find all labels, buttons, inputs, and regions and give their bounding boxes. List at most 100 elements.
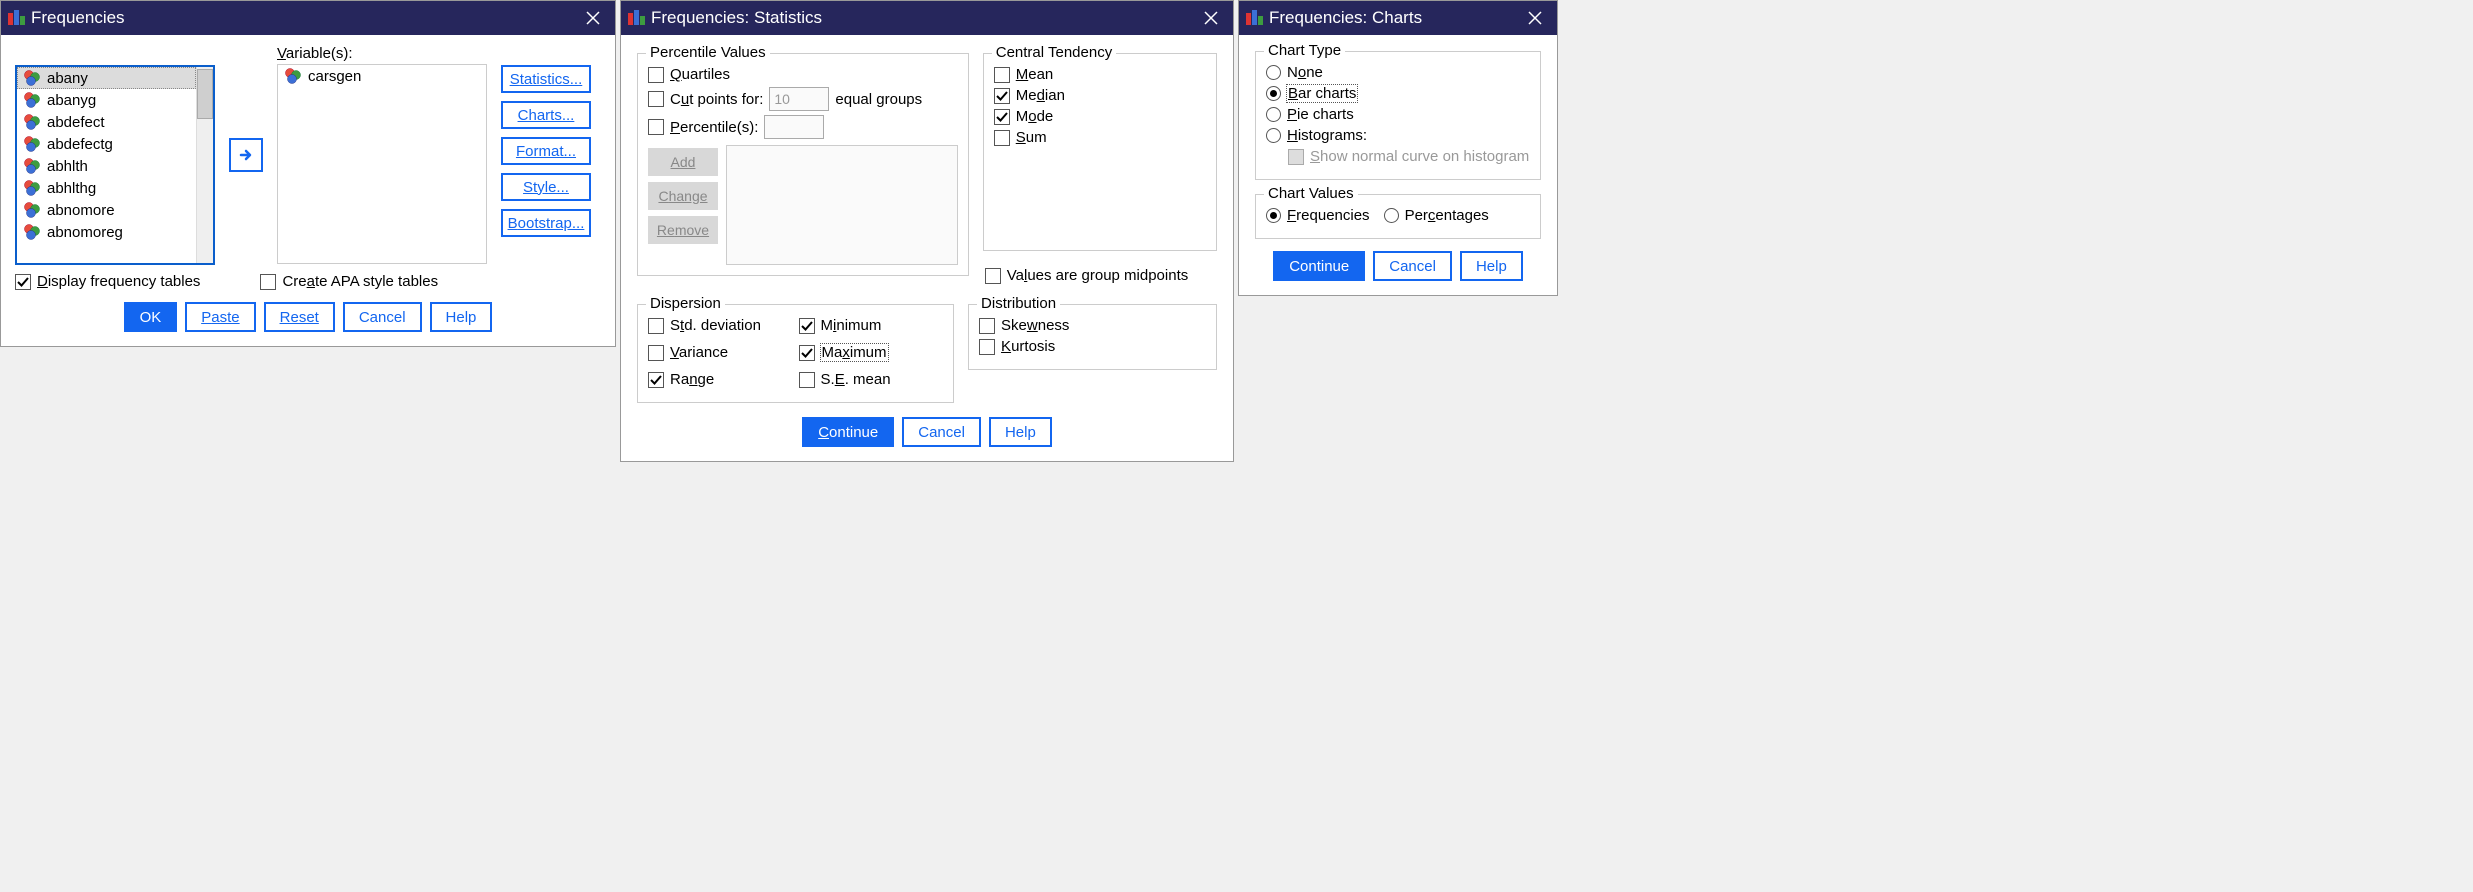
- perc-radio[interactable]: Percentages: [1384, 207, 1489, 224]
- var-item-selected[interactable]: abany: [17, 67, 196, 89]
- max-checkbox[interactable]: Maximum: [799, 344, 944, 361]
- var-label: carsgen: [308, 68, 361, 85]
- legend-dispersion: Dispersion: [646, 295, 725, 312]
- cutpoints-input[interactable]: [769, 87, 829, 111]
- statistics-button[interactable]: Statistics...: [501, 65, 591, 93]
- cancel-button[interactable]: Cancel: [902, 417, 981, 447]
- distribution-fieldset: Distribution Skewness Kurtosis: [968, 304, 1217, 370]
- chart-bar-radio[interactable]: Bar charts: [1266, 85, 1530, 102]
- std-checkbox[interactable]: Std. deviation: [648, 317, 793, 334]
- cutpoints-suffix: equal groups: [835, 91, 922, 108]
- continue-button[interactable]: Continue: [802, 417, 894, 447]
- format-button[interactable]: Format...: [501, 137, 591, 165]
- target-var-column: Variable(s): carsgen: [277, 45, 487, 264]
- chart-hist-radio[interactable]: Histograms:: [1266, 127, 1530, 144]
- close-icon[interactable]: [1197, 4, 1225, 32]
- charts-button[interactable]: Charts...: [501, 101, 591, 129]
- var-label: abnomoreg: [47, 224, 123, 241]
- central-fieldset: Central Tendency Mean Median Mode Sum: [983, 53, 1217, 251]
- chart-values-fieldset: Chart Values Frequencies Percentages: [1255, 194, 1541, 239]
- var-item[interactable]: abdefect: [17, 111, 196, 133]
- cancel-button[interactable]: Cancel: [343, 302, 422, 332]
- nominal-icon: [23, 113, 41, 131]
- create-apa-label: Create APA style tables: [282, 273, 438, 290]
- nominal-icon: [284, 67, 302, 85]
- create-apa-checkbox[interactable]: Create APA style tables: [260, 273, 438, 290]
- var-item[interactable]: carsgen: [278, 65, 486, 87]
- statistics-dialog: Frequencies: Statistics Percentile Value…: [620, 0, 1234, 462]
- dialog-content: Chart Type None Bar charts Pie charts Hi…: [1239, 35, 1557, 295]
- var-label: abhlth: [47, 158, 88, 175]
- freq-radio[interactable]: Frequencies: [1266, 207, 1370, 224]
- display-frequency-tables-checkbox[interactable]: Display frequency tables: [15, 273, 200, 290]
- var-item[interactable]: abdefectg: [17, 133, 196, 155]
- var-label: abnomore: [47, 202, 115, 219]
- var-item[interactable]: abhlth: [17, 155, 196, 177]
- close-icon[interactable]: [579, 4, 607, 32]
- display-ft-label: Display frequency tables: [37, 273, 200, 290]
- percentile-btn-col: Add Change Remove: [648, 145, 718, 247]
- legend-chart-type: Chart Type: [1264, 42, 1345, 59]
- nominal-icon: [23, 91, 41, 109]
- chart-none-radio[interactable]: None: [1266, 64, 1530, 81]
- titlebar: Frequencies: Charts: [1239, 1, 1557, 35]
- cancel-button[interactable]: Cancel: [1373, 251, 1452, 281]
- remove-button: Remove: [648, 216, 718, 244]
- min-checkbox[interactable]: Minimum: [799, 317, 944, 334]
- change-button: Change: [648, 182, 718, 210]
- scrollbar[interactable]: [196, 67, 213, 263]
- sum-checkbox[interactable]: Sum: [994, 129, 1206, 146]
- source-variable-list[interactable]: abany abanyg abdefect abdefectg abhlth a…: [17, 67, 196, 263]
- var-item[interactable]: abnomoreg: [17, 221, 196, 243]
- mean-checkbox[interactable]: Mean: [994, 66, 1206, 83]
- reset-button[interactable]: Reset: [264, 302, 335, 332]
- charts-dialog: Frequencies: Charts Chart Type None Bar …: [1238, 0, 1558, 296]
- style-button[interactable]: Style...: [501, 173, 591, 201]
- move-button-col: [229, 45, 263, 265]
- quartiles-checkbox[interactable]: Quartiles: [648, 66, 958, 83]
- normal-curve-checkbox: Show normal curve on histogram: [1288, 148, 1530, 165]
- dialog-content: abany abanyg abdefect abdefectg abhlth a…: [1, 35, 615, 346]
- kurt-checkbox[interactable]: Kurtosis: [979, 338, 1206, 355]
- var-label: abanyg: [47, 92, 96, 109]
- button-row: Continue Cancel Help: [1253, 251, 1543, 281]
- nominal-icon: [23, 157, 41, 175]
- chart-pie-radio[interactable]: Pie charts: [1266, 106, 1530, 123]
- help-button[interactable]: Help: [430, 302, 493, 332]
- app-icon: [7, 9, 27, 27]
- midpoints-checkbox[interactable]: Values are group midpoints: [985, 267, 1219, 284]
- range-checkbox[interactable]: Range: [648, 371, 793, 388]
- var-label: abdefect: [47, 114, 105, 131]
- var-item[interactable]: abanyg: [17, 89, 196, 111]
- help-button[interactable]: Help: [989, 417, 1052, 447]
- percentile-list[interactable]: [726, 145, 958, 265]
- nominal-icon: [23, 69, 41, 87]
- variables-label: Variable(s):: [277, 45, 487, 62]
- mode-checkbox[interactable]: Mode: [994, 108, 1206, 125]
- help-button[interactable]: Help: [1460, 251, 1523, 281]
- percentiles-checkbox[interactable]: Percentile(s):: [648, 115, 958, 139]
- move-right-button[interactable]: [229, 138, 263, 172]
- paste-button[interactable]: Paste: [185, 302, 255, 332]
- target-variable-list[interactable]: carsgen: [277, 64, 487, 264]
- titlebar: Frequencies: [1, 1, 615, 35]
- dispersion-fieldset: Dispersion Std. deviation Minimum Varian…: [637, 304, 954, 403]
- ok-button[interactable]: OK: [124, 302, 178, 332]
- continue-button[interactable]: Continue: [1273, 251, 1365, 281]
- var-checkbox[interactable]: Variance: [648, 344, 793, 361]
- var-item[interactable]: abhlthg: [17, 177, 196, 199]
- close-icon[interactable]: [1521, 4, 1549, 32]
- legend-chart-values: Chart Values: [1264, 185, 1358, 202]
- cutpoints-checkbox[interactable]: Cut points for: equal groups: [648, 87, 958, 111]
- legend-percentile: Percentile Values: [646, 44, 770, 61]
- app-icon: [1245, 9, 1265, 27]
- median-checkbox[interactable]: Median: [994, 87, 1206, 104]
- skew-checkbox[interactable]: Skewness: [979, 317, 1206, 334]
- add-button: Add: [648, 148, 718, 176]
- percentile-input[interactable]: [764, 115, 824, 139]
- bootstrap-button[interactable]: Bootstrap...: [501, 209, 591, 237]
- var-item[interactable]: abnomore: [17, 199, 196, 221]
- nominal-icon: [23, 135, 41, 153]
- frequencies-dialog: Frequencies abany abanyg abdefect abdefe…: [0, 0, 616, 347]
- se-checkbox[interactable]: S.E. mean: [799, 371, 944, 388]
